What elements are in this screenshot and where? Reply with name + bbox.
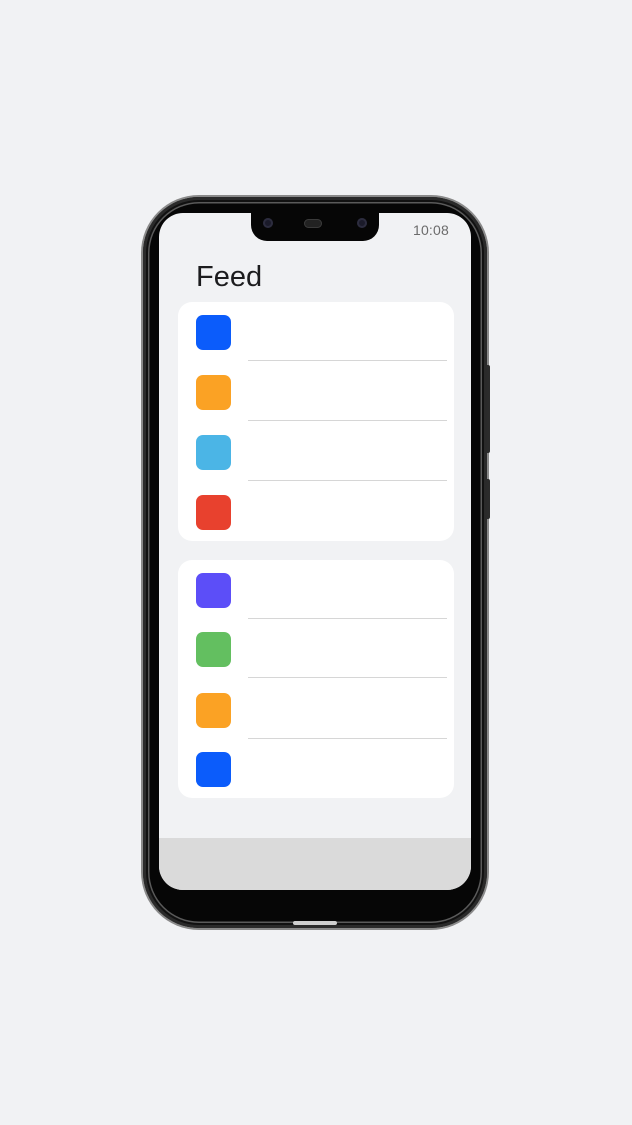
earpiece-speaker <box>304 219 322 228</box>
list-item[interactable] <box>178 422 454 481</box>
list-item[interactable] <box>178 619 454 678</box>
bottom-sensor <box>293 921 337 925</box>
sensor-icon <box>357 218 367 228</box>
list-item[interactable] <box>178 560 454 619</box>
divider <box>248 480 447 481</box>
phone-frame: 10:08 Feed <box>143 197 490 928</box>
square-icon <box>196 315 231 350</box>
divider <box>248 677 447 678</box>
square-icon <box>196 495 231 530</box>
phone-screen: 10:08 Feed <box>159 213 471 890</box>
bottom-bar <box>159 838 471 890</box>
list-item[interactable] <box>178 739 454 798</box>
divider <box>248 360 447 361</box>
page-title: Feed <box>196 261 263 293</box>
feed-group-1 <box>178 302 454 541</box>
notch <box>251 213 379 241</box>
feed-group-2 <box>178 560 454 798</box>
square-icon <box>196 435 231 470</box>
square-icon <box>196 375 231 410</box>
square-icon <box>196 693 231 728</box>
power-button <box>487 479 490 519</box>
status-bar-time: 10:08 <box>412 222 449 238</box>
divider <box>248 420 447 421</box>
front-camera-icon <box>263 218 273 228</box>
square-icon <box>196 632 231 667</box>
square-icon <box>196 752 231 787</box>
list-item[interactable] <box>178 680 454 739</box>
list-item[interactable] <box>178 302 454 361</box>
list-item[interactable] <box>178 482 454 541</box>
list-item[interactable] <box>178 362 454 421</box>
square-icon <box>196 573 231 608</box>
volume-button <box>487 365 490 453</box>
